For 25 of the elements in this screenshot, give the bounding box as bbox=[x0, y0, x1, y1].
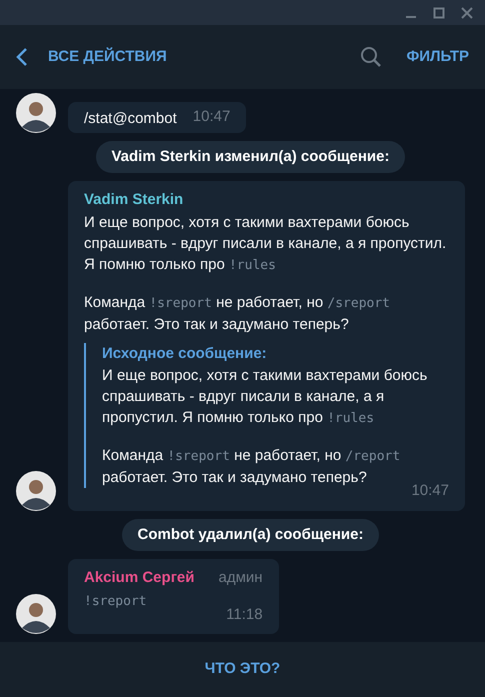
what-is-this-button[interactable]: ЧТО ЭТО? bbox=[204, 658, 280, 681]
maximize-icon[interactable] bbox=[433, 6, 445, 19]
service-message: Vadim Sterkin изменил(а) сообщение: bbox=[96, 140, 406, 174]
close-icon[interactable] bbox=[461, 6, 473, 19]
message-text: Команда !sreport не работает, но /sreport работает. Это так и задумано теперь? bbox=[84, 292, 392, 335]
back-icon[interactable] bbox=[16, 46, 28, 67]
author-name[interactable]: Vadim Sterkin bbox=[84, 189, 184, 212]
quote-text: И еще вопрос, хотя с такими вахтерами боюсь спрашивать - вдруг писали в канале, а я пропустил. Я помню только про !rules bbox=[102, 366, 428, 428]
page-title[interactable]: ВСЕ ДЕЙСТВИЯ bbox=[48, 46, 167, 68]
search-icon[interactable] bbox=[360, 46, 382, 68]
message-time: 10:47 bbox=[411, 481, 449, 502]
avatar-icon[interactable] bbox=[16, 92, 56, 133]
quote-text: Команда !sreport не работает, но /report работает. Это так и задумано теперь? bbox=[102, 446, 402, 488]
role-label: админ bbox=[218, 568, 263, 588]
message-text: И еще вопрос, хотя с такими вахтерами боюсь спрашивать - вдруг писали в канале, а я пропустил. Я помню только про !rules bbox=[84, 212, 448, 275]
message-time: 10:47 bbox=[192, 107, 230, 128]
service-message: Combot удалил(а) сообщение: bbox=[122, 518, 380, 552]
filter-button[interactable]: ФИЛЬТР bbox=[406, 46, 469, 68]
message-time: 11:18 bbox=[226, 604, 263, 625]
message-text: /stat@combot bbox=[84, 108, 177, 129]
quote-title: Исходное сообщение: bbox=[102, 344, 268, 364]
author-name[interactable]: Akcium Сергей bbox=[84, 567, 195, 590]
avatar-icon[interactable] bbox=[16, 470, 56, 511]
avatar-icon[interactable] bbox=[16, 594, 56, 634]
message-text: !sreport bbox=[84, 592, 148, 611]
